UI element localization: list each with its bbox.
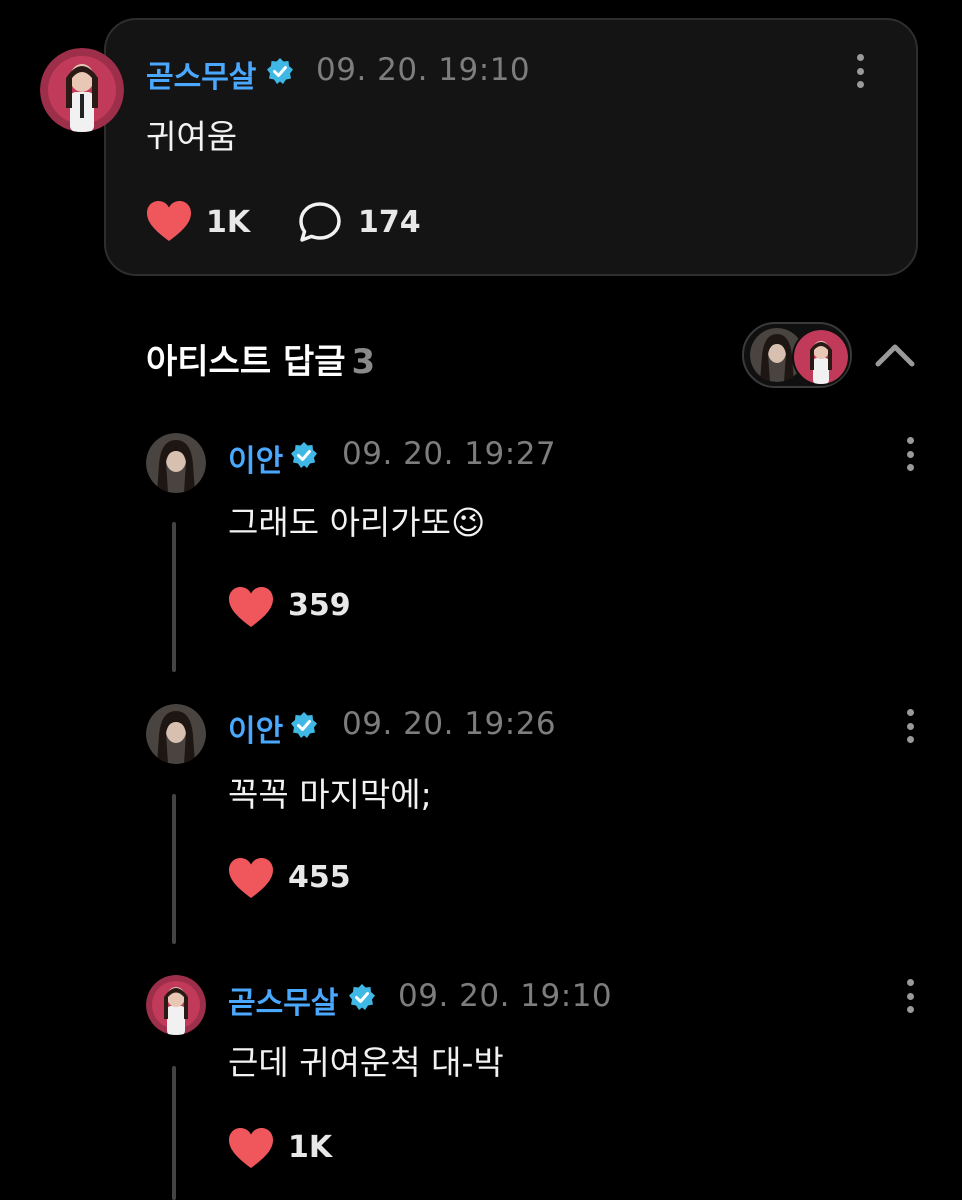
artist-avatar-2 (792, 328, 850, 386)
thread-line (172, 1066, 176, 1200)
reply-3-timestamp: 09. 20. 19:10 (398, 978, 613, 1014)
reply-3-like-count: 1K (288, 1130, 333, 1165)
verified-badge-icon (267, 58, 293, 84)
comment-bubble-icon[interactable] (298, 201, 342, 243)
reply-1-author[interactable]: 이안 (228, 436, 283, 480)
reply-1-more-kebab-icon[interactable] (905, 437, 915, 471)
verified-badge-icon (349, 984, 375, 1010)
post-like-count: 1K (206, 205, 251, 240)
reply-1-text: 그래도 아리가또😉 (228, 496, 485, 544)
heart-icon[interactable] (228, 857, 274, 899)
reply-3-text: 근데 귀여운척 대-박 (228, 1043, 504, 1082)
reply-2-like-count: 455 (288, 860, 351, 895)
chevron-up-icon[interactable] (874, 340, 916, 370)
artist-replies-label: 아티스트 답글 (146, 342, 346, 382)
reply-2-text: 꼭꼭 마지막에; (228, 775, 432, 814)
reply-3-avatar[interactable] (146, 975, 206, 1035)
reply-2-more-kebab-icon[interactable] (905, 709, 915, 743)
heart-icon[interactable] (146, 200, 192, 242)
post-author-name[interactable]: 곧스무살 (146, 52, 256, 96)
reply-1-timestamp: 09. 20. 19:27 (342, 436, 557, 472)
post-comment-count: 174 (358, 205, 421, 240)
artist-replies-title[interactable]: 아티스트 답글 3 (146, 334, 375, 383)
wink-emoji-icon: 😉 (451, 503, 486, 542)
post-text: 귀여움 (146, 117, 238, 156)
post-author-avatar[interactable] (40, 48, 124, 132)
reply-1-like-count: 359 (288, 588, 351, 623)
reply-3-more-kebab-icon[interactable] (905, 979, 915, 1013)
thread-line (172, 794, 176, 944)
artist-replies-count: 3 (351, 342, 376, 382)
reply-2-timestamp: 09. 20. 19:26 (342, 706, 557, 742)
reply-2-author[interactable]: 이안 (228, 706, 283, 750)
reply-1-avatar[interactable] (146, 433, 206, 493)
thread-line (172, 522, 176, 672)
heart-icon[interactable] (228, 586, 274, 628)
reply-2-avatar[interactable] (146, 704, 206, 764)
reply-3-author[interactable]: 곧스무살 (228, 978, 338, 1022)
verified-badge-icon (291, 712, 317, 738)
verified-badge-icon (291, 442, 317, 468)
post-timestamp: 09. 20. 19:10 (316, 52, 531, 88)
reply-1-text-content: 그래도 아리가또 (228, 503, 452, 542)
post-more-kebab-icon[interactable] (855, 54, 865, 88)
heart-icon[interactable] (228, 1127, 274, 1169)
